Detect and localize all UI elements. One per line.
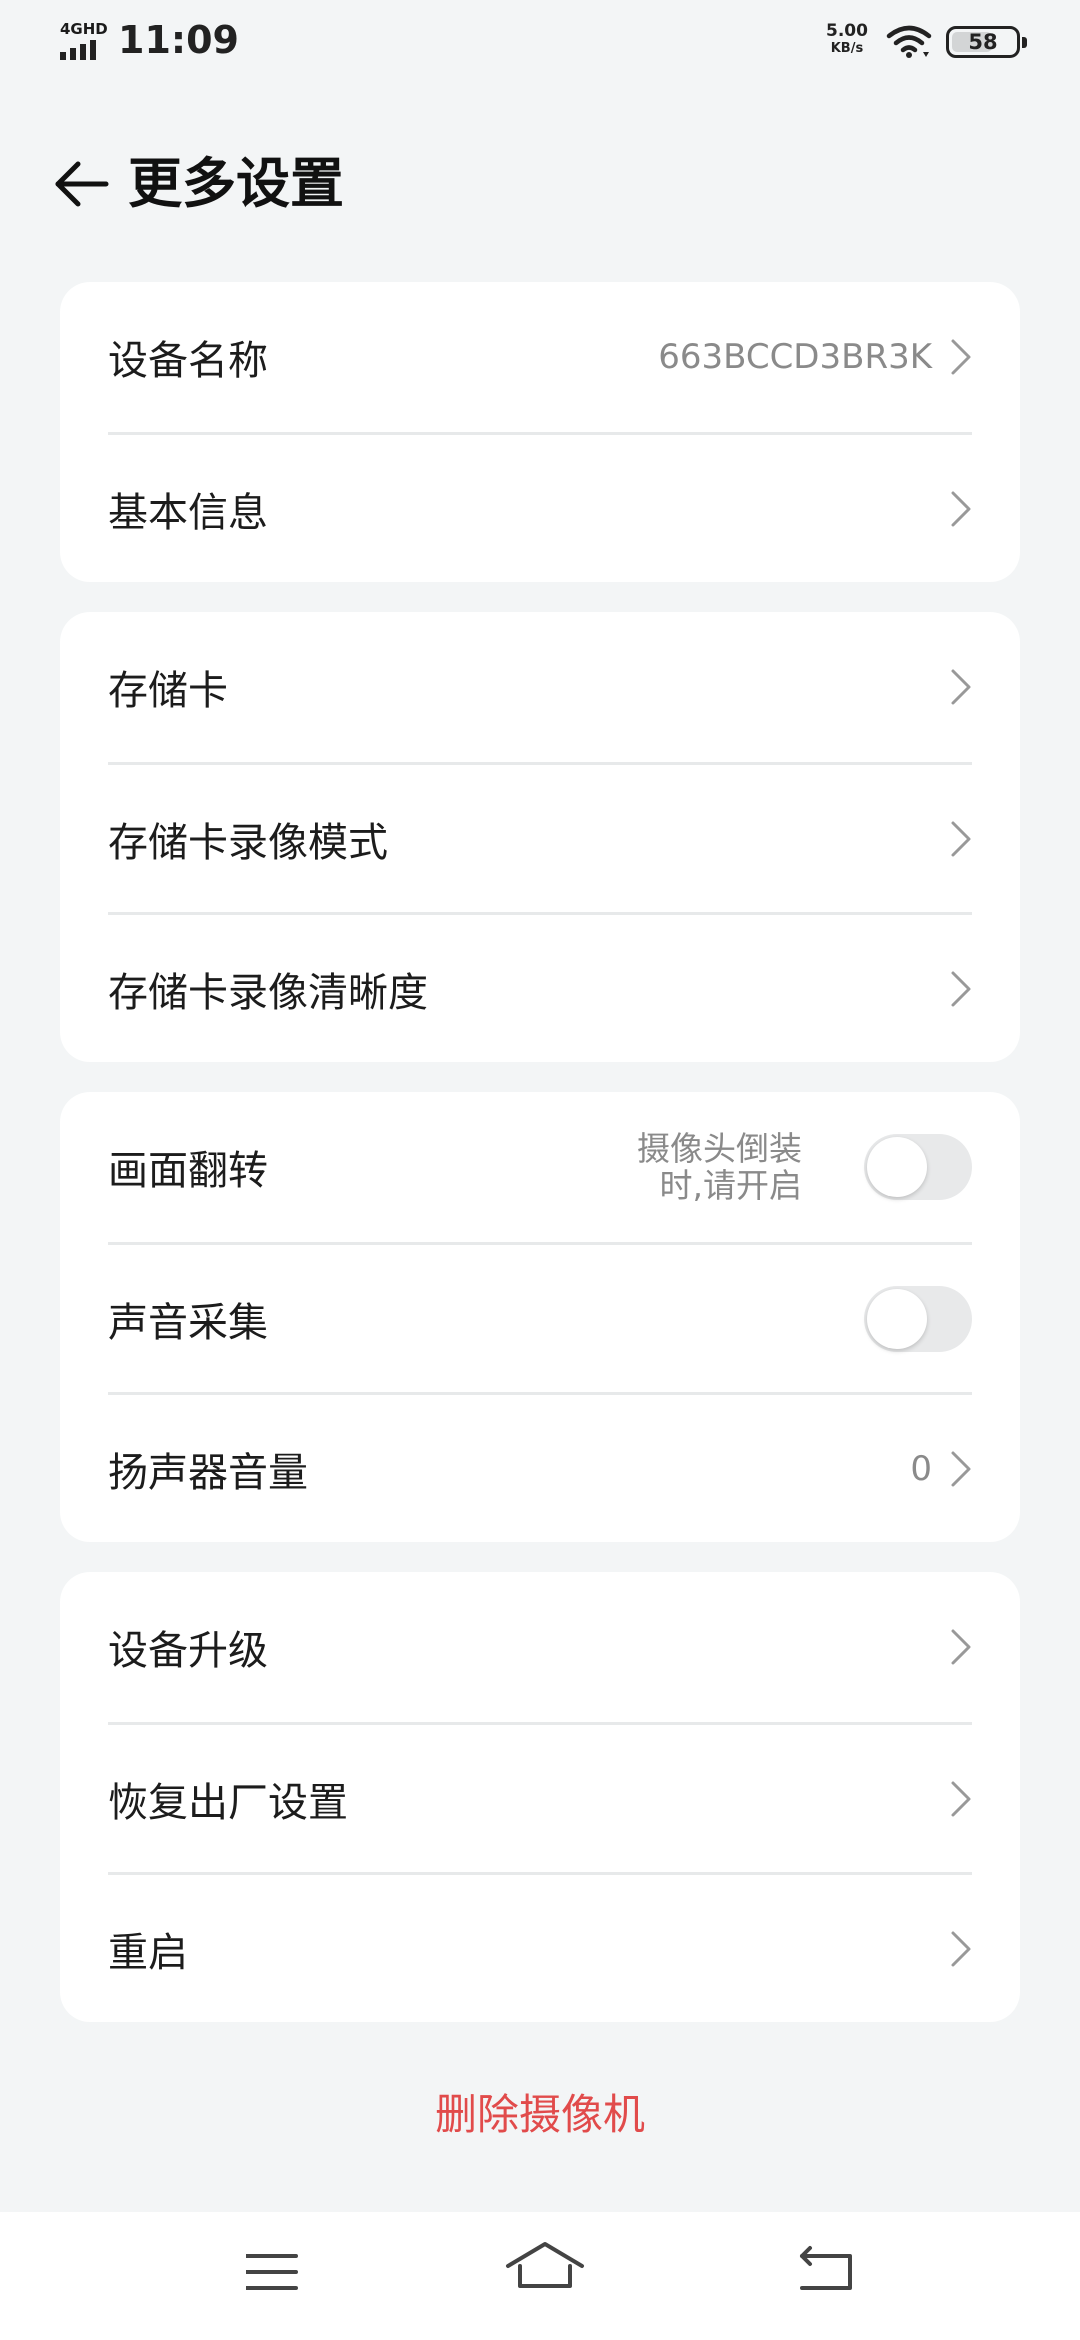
settings-row-recording-quality[interactable]: 存储卡录像清晰度 bbox=[108, 912, 972, 1062]
cellular-signal-icon: 4GHD bbox=[60, 20, 108, 60]
settings-row-restart[interactable]: 重启 bbox=[108, 1872, 972, 2022]
row-label: 存储卡 bbox=[108, 668, 228, 714]
chevron-right-icon bbox=[951, 491, 971, 526]
row-value: 663BCCD3BR3K bbox=[658, 337, 932, 377]
settings-row-device-name[interactable]: 设备名称 663BCCD3BR3K bbox=[108, 282, 972, 432]
chevron-right-icon bbox=[951, 339, 971, 375]
chevron-right-icon bbox=[951, 1629, 971, 1665]
row-label: 重启 bbox=[108, 1929, 188, 1976]
status-bar: 4GHD 11:09 5.00 KB/s 58 bbox=[0, 0, 1080, 84]
chevron-right-icon bbox=[951, 1781, 971, 1816]
arrow-left-icon[interactable] bbox=[50, 152, 114, 216]
settings-group-system: 设备升级 恢复出厂设置 重启 bbox=[60, 1572, 1020, 2022]
settings-row-factory-reset[interactable]: 恢复出厂设置 bbox=[108, 1722, 972, 1872]
settings-group-device: 设备名称 663BCCD3BR3K 基本信息 bbox=[60, 282, 1020, 582]
row-label: 恢复出厂设置 bbox=[108, 1779, 348, 1826]
chevron-right-icon bbox=[951, 821, 971, 856]
chevron-right-icon bbox=[951, 669, 971, 705]
page-title: 更多设置 bbox=[128, 152, 344, 215]
settings-row-storage-card[interactable]: 存储卡 bbox=[108, 612, 972, 762]
image-flip-hint: 摄像头倒装 时,请开启 bbox=[637, 1130, 802, 1204]
network-speed-unit: KB/s bbox=[830, 41, 864, 56]
chevron-right-icon bbox=[951, 1451, 971, 1486]
row-label: 存储卡录像模式 bbox=[108, 819, 388, 866]
chevron-right-icon bbox=[951, 1931, 971, 1966]
settings-row-image-flip: 画面翻转 摄像头倒装 时,请开启 bbox=[108, 1092, 972, 1242]
network-speed-value: 5.00 bbox=[826, 21, 868, 41]
row-label: 扬声器音量 bbox=[108, 1449, 308, 1496]
settings-row-speaker-volume[interactable]: 扬声器音量 0 bbox=[108, 1392, 972, 1542]
row-label: 存储卡录像清晰度 bbox=[108, 969, 428, 1016]
row-label: 基本信息 bbox=[108, 489, 268, 536]
settings-row-recording-mode[interactable]: 存储卡录像模式 bbox=[108, 762, 972, 912]
settings-group-video-audio: 画面翻转 摄像头倒装 时,请开启 声音采集 扬声器音量 0 bbox=[60, 1092, 1020, 1542]
hint-line: 摄像头倒装 bbox=[637, 1129, 802, 1168]
battery-level: 58 bbox=[968, 30, 998, 54]
hint-line: 时,请开启 bbox=[659, 1166, 803, 1205]
delete-camera-button[interactable]: 删除摄像机 bbox=[0, 2080, 1080, 2150]
chevron-right-icon bbox=[951, 971, 971, 1006]
audio-capture-toggle[interactable] bbox=[864, 1285, 972, 1352]
wifi-icon bbox=[886, 25, 932, 58]
settings-row-audio-capture: 声音采集 bbox=[108, 1242, 972, 1392]
row-label: 声音采集 bbox=[108, 1299, 268, 1346]
settings-group-storage: 存储卡 存储卡录像模式 存储卡录像清晰度 bbox=[60, 612, 1020, 1062]
network-type: 4GHD bbox=[60, 20, 108, 38]
row-value: 0 bbox=[910, 1448, 932, 1489]
image-flip-toggle[interactable] bbox=[864, 1134, 972, 1200]
network-speed: 5.00 KB/s bbox=[826, 22, 868, 58]
menu-icon[interactable] bbox=[246, 2236, 336, 2316]
settings-row-device-upgrade[interactable]: 设备升级 bbox=[108, 1572, 972, 1722]
row-label: 画面翻转 bbox=[108, 1148, 268, 1194]
home-icon[interactable] bbox=[500, 2236, 590, 2316]
row-label: 设备升级 bbox=[108, 1628, 268, 1674]
row-label: 设备名称 bbox=[108, 338, 268, 384]
page-header: 更多设置 bbox=[0, 130, 1080, 240]
back-icon[interactable] bbox=[790, 2236, 880, 2316]
settings-row-basic-info[interactable]: 基本信息 bbox=[108, 432, 972, 582]
battery-icon: 58 bbox=[946, 26, 1027, 58]
system-nav-bar bbox=[0, 2212, 1080, 2340]
status-time: 11:09 bbox=[118, 18, 239, 62]
